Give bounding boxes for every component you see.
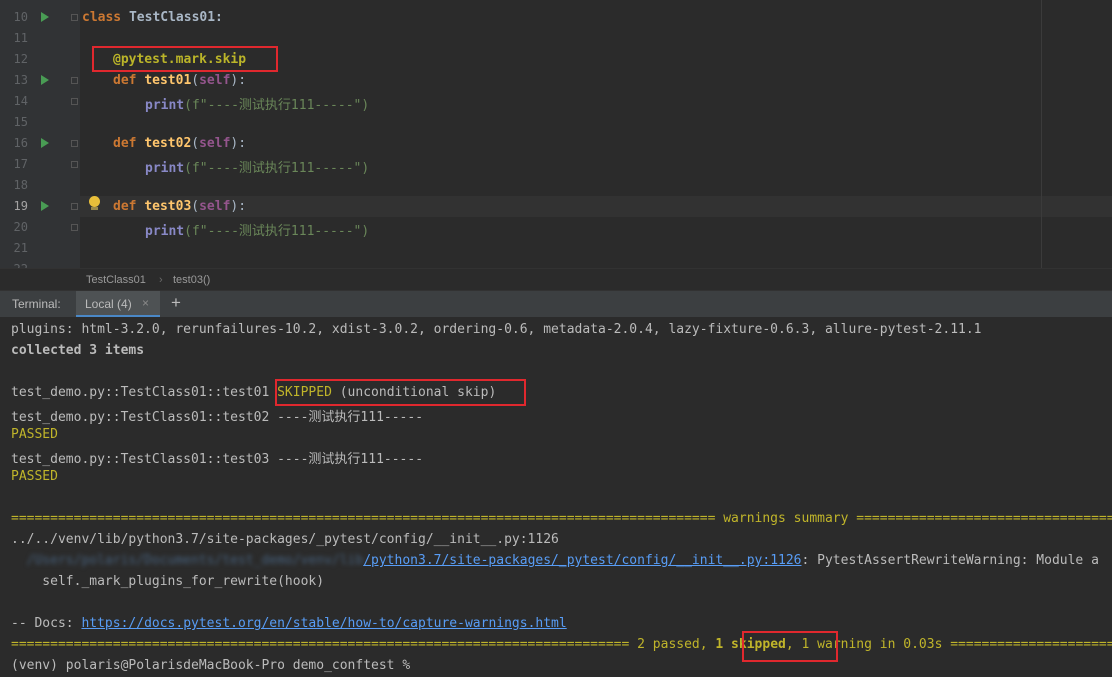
highlight-box (742, 631, 838, 662)
terminal-line-plugins: plugins: html-3.2.0, rerunfailures-10.2,… (11, 322, 982, 337)
warning-path: ../../venv/lib/python3.7/site-packages/_… (11, 532, 559, 547)
line-number: 15 (13, 115, 28, 129)
terminal-line-test02: test_demo.py::TestClass01::test02 ----测试… (11, 410, 424, 425)
builtin: print (145, 224, 185, 239)
new-tab-button[interactable]: + (171, 293, 181, 313)
warnings-summary-header: ========================================… (11, 511, 1112, 526)
close-tab-icon[interactable]: × (142, 296, 149, 310)
string-literal: (f"----测试执行111-----") (184, 224, 370, 239)
string-literal: (f"----测试执行111-----") (184, 161, 370, 176)
line-number: 20 (13, 220, 28, 234)
warning-link[interactable]: /python3.7/site-packages/_pytest/config/… (363, 553, 801, 568)
docs-label: -- Docs: (11, 616, 82, 631)
builtin: print (145, 161, 185, 176)
punct: ( (191, 136, 200, 151)
punct: ): (230, 199, 247, 214)
builtin: print (145, 98, 185, 113)
fold-icon[interactable] (71, 98, 78, 105)
self-param: self (199, 136, 231, 151)
run-test01-icon[interactable] (41, 75, 49, 85)
keyword: def (113, 73, 137, 88)
fold-icon[interactable] (71, 224, 78, 231)
terminal-tab-bar: Terminal: Local (4) × + (0, 290, 1112, 318)
line-number: 21 (13, 241, 28, 255)
run-class-icon[interactable] (41, 12, 49, 22)
docs-line: -- Docs: https://docs.pytest.org/en/stab… (11, 616, 567, 631)
breadcrumb-class[interactable]: TestClass01 (86, 274, 146, 286)
warning-message: : PytestAssertRewriteWarning: Module a (801, 553, 1099, 568)
lightbulb-base (91, 207, 98, 210)
string-literal: (f"----测试执行111-----") (184, 98, 370, 113)
run-test02-icon[interactable] (41, 138, 49, 148)
fold-icon[interactable] (71, 14, 78, 21)
right-margin-guide (1041, 0, 1042, 268)
highlight-box (92, 46, 278, 72)
line-number: 10 (13, 10, 28, 24)
fold-icon[interactable] (71, 161, 78, 168)
warning-code: self._mark_plugins_for_rewrite(hook) (11, 574, 325, 589)
terminal-output[interactable]: plugins: html-3.2.0, rerunfailures-10.2,… (0, 317, 1112, 677)
function-name: test03 (144, 199, 192, 214)
tab-label: Local (4) (85, 297, 132, 311)
code-line-print: print(f"----测试执行111-----") (145, 220, 369, 239)
summary-passed: ========================================… (11, 637, 716, 652)
line-number: 17 (13, 157, 28, 171)
punct: ): (230, 73, 247, 88)
code-line-class: class TestClass01: (82, 10, 223, 25)
code-line-print: print(f"----测试执行111-----") (145, 94, 369, 113)
status-passed: PASSED (11, 469, 58, 484)
code-line-def-test02: def test02(self): (113, 136, 246, 151)
function-name: test01 (144, 73, 192, 88)
line-number: 12 (13, 52, 28, 66)
code-line-def-test03: def test03(self): (113, 199, 246, 214)
keyword: def (113, 199, 137, 214)
test-id: test_demo.py::TestClass01::test01 (11, 385, 278, 400)
breadcrumb-separator: › (159, 274, 163, 286)
terminal-line-test03: test_demo.py::TestClass01::test03 ----测试… (11, 452, 424, 467)
highlight-box (275, 379, 526, 406)
punct: ( (191, 73, 200, 88)
line-number: 11 (13, 31, 28, 45)
line-number: 18 (13, 178, 28, 192)
terminal-line-collected: collected 3 items (11, 343, 145, 358)
fold-icon[interactable] (71, 140, 78, 147)
lightbulb-icon[interactable] (89, 196, 100, 207)
fold-icon[interactable] (71, 203, 78, 210)
status-passed: PASSED (11, 427, 58, 442)
self-param: self (199, 73, 231, 88)
keyword: def (113, 136, 137, 151)
class-name: TestClass01: (121, 10, 223, 25)
redacted-path: /Users/polaris/Documents/test_demo/venv/… (11, 553, 364, 568)
terminal-label: Terminal: (12, 297, 61, 311)
punct: ( (191, 199, 200, 214)
code-line-print: print(f"----测试执行111-----") (145, 157, 369, 176)
shell-prompt[interactable]: (venv) polaris@PolarisdeMacBook-Pro demo… (11, 658, 418, 673)
warning-detail: /Users/polaris/Documents/test_demo/venv/… (11, 553, 1099, 568)
run-test03-icon[interactable] (41, 201, 49, 211)
tab-local-4[interactable]: Local (4) × (76, 291, 160, 317)
line-number: 19 (13, 199, 28, 213)
summary-line: ========================================… (11, 637, 1112, 652)
breadcrumb: TestClass01 › test03() (0, 268, 1112, 291)
self-param: self (199, 199, 231, 214)
line-number: 16 (13, 136, 28, 150)
fold-icon[interactable] (71, 77, 78, 84)
line-number: 14 (13, 94, 28, 108)
docs-link[interactable]: https://docs.pytest.org/en/stable/how-to… (81, 616, 566, 631)
code-editor[interactable]: 10 11 12 13 14 15 16 17 18 19 20 21 22 c… (0, 0, 1112, 268)
function-name: test02 (144, 136, 192, 151)
breadcrumb-method[interactable]: test03() (173, 274, 210, 286)
punct: ): (230, 136, 247, 151)
code-line-def-test01: def test01(self): (113, 73, 246, 88)
line-number: 13 (13, 73, 28, 87)
keyword: class (82, 10, 122, 25)
